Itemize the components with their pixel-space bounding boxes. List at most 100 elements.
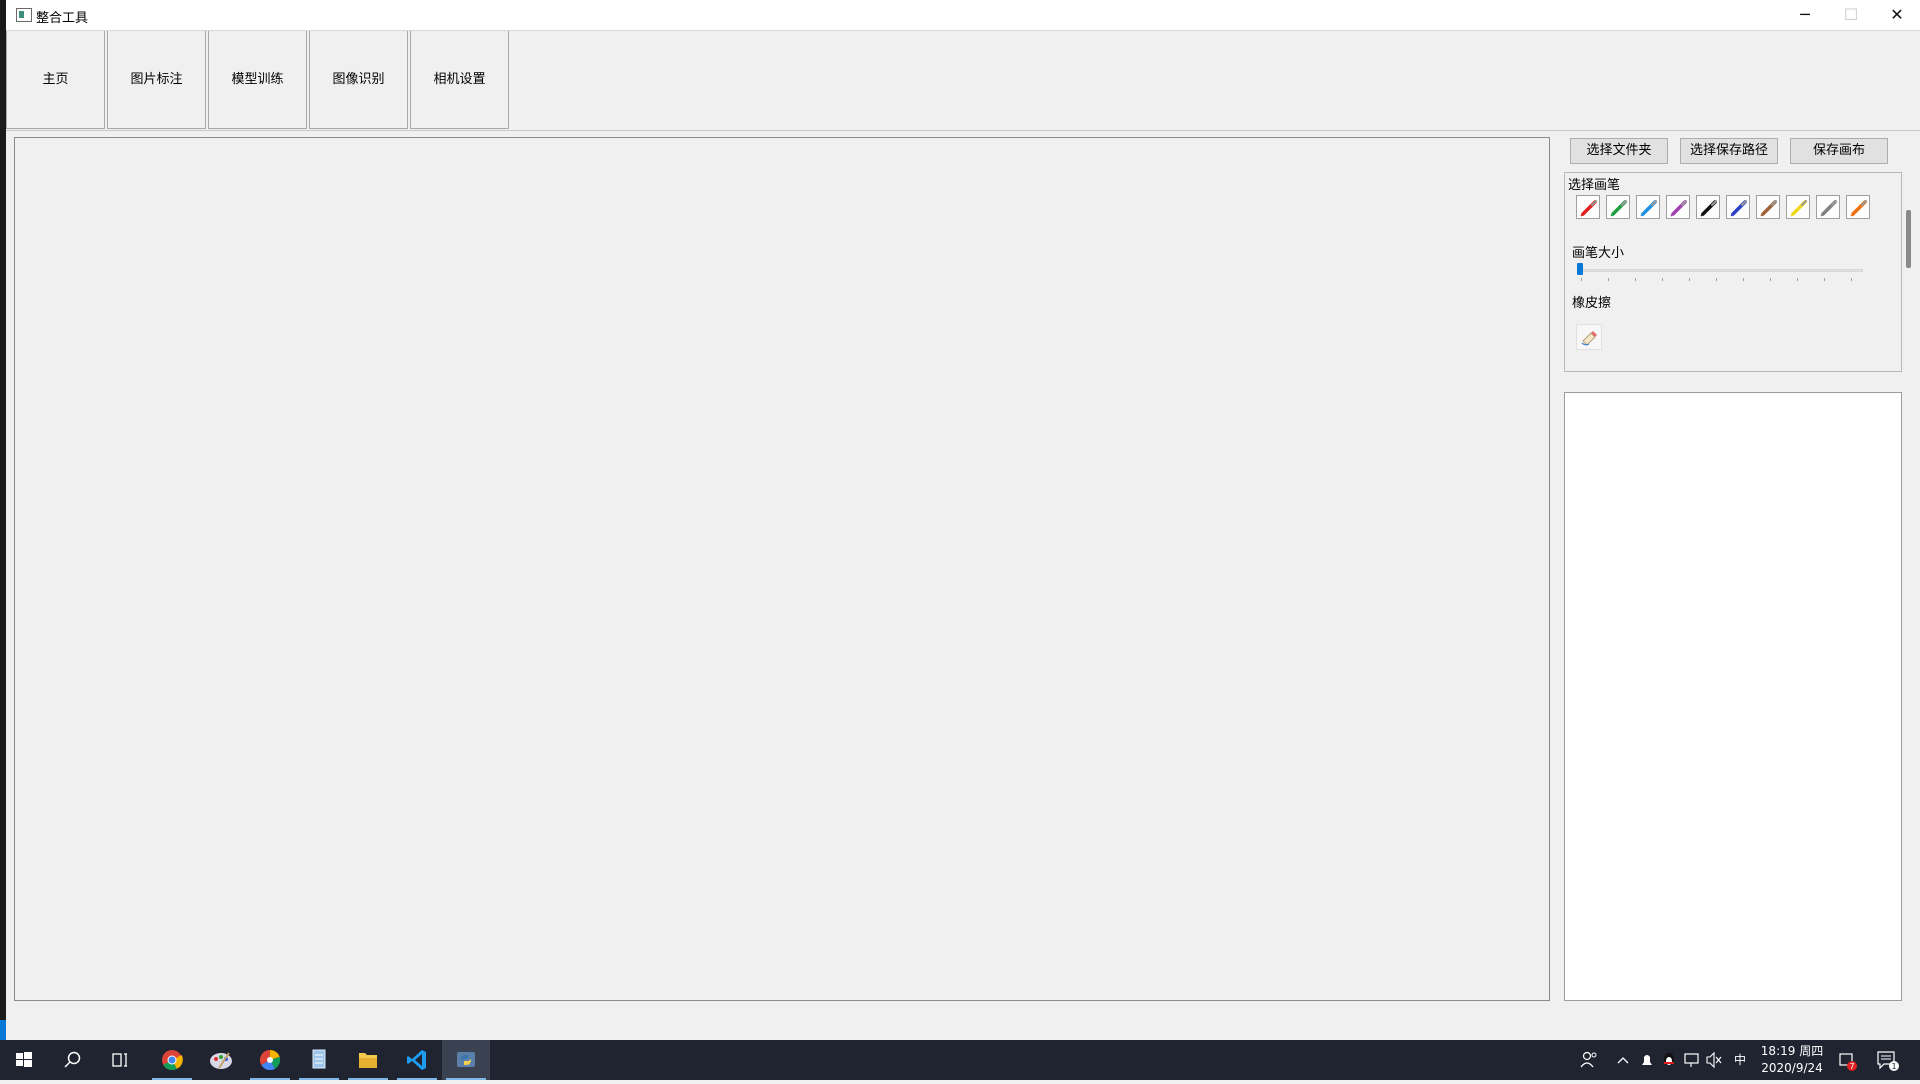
drawing-canvas[interactable] [14, 137, 1550, 1001]
slider-tick [1770, 278, 1771, 281]
taskbar-file-explorer[interactable] [344, 1040, 392, 1080]
slider-tick [1662, 278, 1663, 281]
notepad-icon [312, 1049, 326, 1069]
task-view-icon [112, 1053, 127, 1067]
people-icon [1580, 1051, 1597, 1068]
orange-pen-icon [1850, 200, 1867, 217]
eraser-label: 橡皮擦 [1572, 296, 1612, 311]
bell-icon [1642, 1055, 1652, 1065]
title-bar: 整合工具 ─ ☐ ✕ [6, 0, 1920, 31]
pen-size-slider-handle[interactable] [1577, 263, 1583, 275]
tray-network[interactable] [1682, 1040, 1702, 1080]
pen-button[interactable] [1696, 195, 1720, 219]
paint-palette-icon [210, 1052, 232, 1069]
pen-panel: 选择画笔 画笔大小 橡皮擦 [1564, 172, 1902, 372]
pen-button[interactable] [1636, 195, 1660, 219]
tray-qq[interactable] [1660, 1040, 1678, 1080]
search-button[interactable] [48, 1040, 96, 1080]
clock-date: 2020/9/24 [1761, 1061, 1823, 1075]
notification-count: 1 [1891, 1062, 1896, 1071]
close-button[interactable]: ✕ [1874, 0, 1920, 30]
tab-home[interactable]: 主页 [6, 31, 105, 129]
pen-button[interactable] [1816, 195, 1840, 219]
slider-tick [1743, 278, 1744, 281]
notification-icon: 1 [1877, 1051, 1899, 1071]
pen-button[interactable] [1666, 195, 1690, 219]
input-method[interactable]: 中 [1730, 1040, 1750, 1080]
pen-size-slider[interactable] [1579, 269, 1863, 272]
black-pen-icon [1700, 200, 1717, 217]
green-pen-icon [1610, 200, 1627, 217]
clock[interactable]: 18:19 周四 2020/9/24 [1760, 1043, 1824, 1077]
eraser-button[interactable] [1576, 324, 1602, 350]
network-icon [1684, 1053, 1699, 1067]
brown-pen-icon [1760, 200, 1777, 217]
red-pen-icon [1580, 200, 1597, 217]
python-icon [457, 1052, 475, 1067]
select-save-path-button[interactable]: 选择保存路径 [1680, 138, 1778, 164]
app-badge-count: 7 [1849, 1062, 1854, 1071]
maximize-button[interactable]: ☐ [1828, 0, 1874, 30]
preview-panel [1564, 392, 1902, 1001]
slider-tick [1581, 278, 1582, 281]
gray-pen-icon [1820, 200, 1837, 217]
taskbar: 中 18:19 周四 2020/9/24 7 1 [0, 1040, 1920, 1080]
show-hidden-icons-button[interactable] [1614, 1040, 1632, 1080]
tab-image-annotation[interactable]: 图片标注 [107, 31, 206, 129]
pen-button[interactable] [1576, 195, 1600, 219]
pen-size-label: 画笔大小 [1572, 246, 1625, 261]
pen-button[interactable] [1726, 195, 1750, 219]
slider-tick [1824, 278, 1825, 281]
pen-button[interactable] [1756, 195, 1780, 219]
chrome-icon [162, 1050, 183, 1071]
pen-panel-title: 选择画笔 [1568, 174, 1621, 193]
windows-logo-icon [16, 1052, 32, 1067]
pen-button[interactable] [1786, 195, 1810, 219]
slider-tick [1608, 278, 1609, 281]
taskbar-chrome[interactable] [148, 1040, 196, 1080]
slider-tick [1851, 278, 1852, 281]
slider-tick [1635, 278, 1636, 281]
task-view-button[interactable] [96, 1040, 144, 1080]
vscode-icon [407, 1050, 426, 1070]
calendar-app-icon: 7 [1839, 1053, 1857, 1071]
yellow-pen-icon [1790, 200, 1807, 217]
pen-button[interactable] [1606, 195, 1630, 219]
color-wheel-icon [259, 1049, 281, 1071]
cyan-pen-icon [1640, 200, 1657, 217]
tab-divider [6, 130, 1920, 131]
minimize-button[interactable]: ─ [1782, 0, 1828, 30]
taskbar-paint[interactable] [197, 1040, 245, 1080]
taskbar-vscode[interactable] [393, 1040, 441, 1080]
taskbar-notepad[interactable] [295, 1040, 343, 1080]
chevron-up-icon [1617, 1057, 1629, 1064]
slider-tick [1797, 278, 1798, 281]
tab-image-recognition[interactable]: 图像识别 [309, 31, 408, 129]
select-folder-button[interactable]: 选择文件夹 [1570, 138, 1668, 164]
pen-button[interactable] [1846, 195, 1870, 219]
window-title: 整合工具 [36, 11, 89, 26]
tab-camera-settings[interactable]: 相机设置 [410, 31, 509, 129]
clock-time: 18:19 周四 [1760, 1044, 1824, 1058]
qq-penguin-icon [1664, 1053, 1674, 1065]
taskbar-python-app[interactable] [442, 1040, 490, 1080]
action-center-button[interactable]: 1 [1872, 1040, 1900, 1080]
folder-icon [359, 1053, 377, 1068]
slider-tick [1716, 278, 1717, 281]
slider-tick [1689, 278, 1690, 281]
taskbar-color-app[interactable] [246, 1040, 294, 1080]
start-button[interactable] [0, 1040, 48, 1080]
panel-scrollbar[interactable] [1905, 172, 1912, 332]
tray-app-badge[interactable]: 7 [1836, 1040, 1860, 1080]
purple-pen-icon [1670, 200, 1687, 217]
people-button[interactable] [1578, 1040, 1600, 1080]
panel-scrollbar-thumb[interactable] [1906, 210, 1911, 268]
tray-volume[interactable] [1704, 1040, 1724, 1080]
tray-bell[interactable] [1638, 1040, 1656, 1080]
volume-muted-icon [1706, 1051, 1722, 1069]
app-icon [16, 8, 32, 22]
save-canvas-button[interactable]: 保存画布 [1790, 138, 1888, 164]
search-icon [64, 1051, 81, 1068]
tab-model-training[interactable]: 模型训练 [208, 31, 307, 129]
eraser-icon [1581, 331, 1597, 346]
